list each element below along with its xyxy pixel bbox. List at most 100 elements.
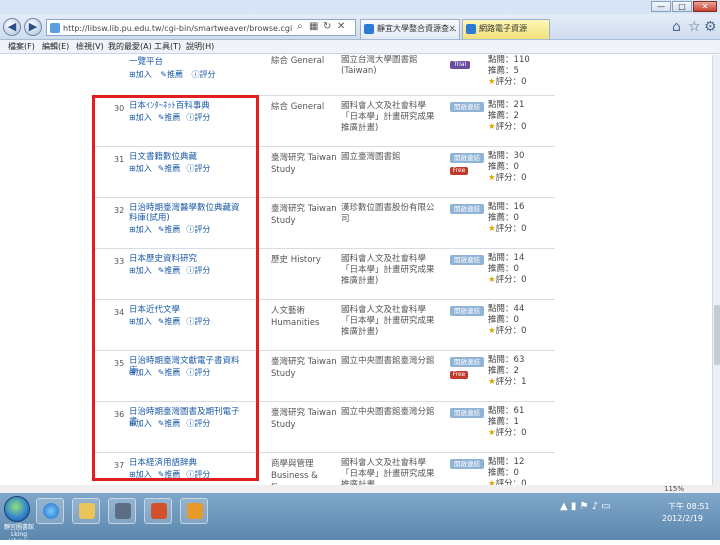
minimize-button[interactable]: — [651,1,671,12]
page-content: 一覽平台 ⊞加入 ✎推薦 ⓘ評分 綜合 General 國立台灣大學圖書館(Ta… [0,55,712,485]
star-icon: ★ [488,377,496,387]
stop-icon[interactable]: ✕ [337,21,345,32]
resource-actions: ⊞加入 ✎推薦 ⓘ評分 [129,69,222,80]
star-icon: ★ [488,428,496,438]
open-link-button[interactable]: 開啟連結 [450,357,484,367]
views-stat: 點閱：21 [488,100,525,110]
resource-stats: 點閱：63 推薦：2 ★評分：1 [488,355,554,388]
star-icon: ★ [488,173,496,183]
highlight-annotation-box [92,95,259,481]
resource-publisher: 國立中央圖書館臺灣分館 [341,407,435,417]
recommend-stat: 推薦：5 [488,66,519,76]
taskbar-ie-icon[interactable] [36,498,64,524]
taskbar-explorer-icon[interactable] [72,498,100,524]
resource-stats: 點閱：21 推薦：2 ★評分：0 [488,100,554,133]
tab-library-search[interactable]: 靜宜大學整合資源查... × [360,19,460,39]
menu-help[interactable]: 說明(H) [186,41,214,52]
tab-close-icon[interactable]: × [448,20,456,38]
close-button[interactable]: ✕ [693,1,717,12]
tab-e-resources[interactable]: 網路電子資源 [462,19,550,39]
favorites-star-icon[interactable]: ☆ [688,19,701,35]
taskbar-media-player-icon[interactable] [180,498,208,524]
rating-stat: ★評分：1 [488,377,527,387]
views-stat: 點閱：30 [488,151,525,161]
resource-publisher: 漢珍數位圖書股份有限公司 [341,203,435,224]
vertical-scrollbar[interactable] [712,55,720,485]
resource-subject: 臺灣研究 Taiwan Study [271,204,337,226]
zoom-level[interactable]: 115% [664,485,684,493]
menu-edit[interactable]: 編輯(E) [42,41,69,52]
resource-title-link[interactable]: 一覽平台 [129,57,247,67]
settings-gear-icon[interactable]: ⚙ [704,19,717,35]
status-bar: 115% [0,485,720,493]
views-stat: 點閱：16 [488,202,525,212]
resource-publisher: 國科會人文及社會科學「日本學」計畫研究成果推廣計畫 [341,458,435,485]
open-link-button[interactable]: 開啟連結 [450,102,484,112]
trial-badge: Trial [450,61,470,69]
recommend-stat: 推薦：0 [488,213,519,223]
menu-favorites[interactable]: 我的最愛(A) [108,41,152,52]
maximize-button[interactable]: □ [672,1,692,12]
open-link-button[interactable]: 開啟連結 [450,153,484,163]
menu-file[interactable]: 檔案(F) [8,41,35,52]
resource-stats: 點閱：44 推薦：0 ★評分：0 [488,304,554,337]
library-logo-caption: 靜宜圖書館 Lking Library [3,524,34,545]
open-link-button[interactable]: 開啟連結 [450,306,484,316]
open-link-button[interactable]: 開啟連結 [450,255,484,265]
resource-subject: 臺灣研究 Taiwan Study [271,153,337,175]
clock-date[interactable]: 2012/2/19 [662,514,703,523]
views-stat: 點閱：63 [488,355,525,365]
resource-subject: 綜合 General [271,102,325,112]
back-button[interactable]: ◀ [3,18,21,36]
refresh-icon[interactable]: ↻ [323,21,331,32]
start-button[interactable] [4,496,30,522]
taskbar-media-center-icon[interactable] [108,498,136,524]
star-icon: ★ [488,224,496,234]
tab-favicon-icon [466,24,476,34]
add-button[interactable]: ⊞加入 [129,70,155,79]
scrollbar-thumb[interactable] [714,305,720,365]
tab-label: 靜宜大學整合資源查... [377,24,457,33]
star-icon: ★ [488,326,496,336]
open-link-button[interactable]: 開啟連結 [450,204,484,214]
resource-subject: 歷史 History [271,255,321,265]
search-icon[interactable]: ⌕ [297,21,303,32]
resource-subject: 商學與管理 Business & Finance [271,459,318,485]
resource-subject: 綜合 General [271,56,325,66]
taskbar: 靜宜圖書館 Lking Library ▲ ▮ ⚑ ♪ ▭ 下午 08:51 2… [0,493,720,545]
compatibility-view-icon[interactable]: ▦ [309,21,318,32]
resource-publisher: 國科會人文及社會科學「日本學」計畫研究成果推廣計畫) [341,305,435,337]
taskbar-powerpoint-icon[interactable] [144,498,172,524]
views-stat: 點閱：61 [488,406,525,416]
url-input[interactable] [63,22,293,34]
rating-stat: ★評分：0 [488,77,527,87]
address-bar[interactable]: ⌕ ▦ ↻ ✕ [46,19,356,36]
home-icon[interactable]: ⌂ [672,19,681,35]
resource-stats: 點閱：110 推薦：5 ★評分：0 [488,55,554,88]
rating-stat: ★評分：0 [488,224,527,234]
system-tray-icons[interactable]: ▲ ▮ ⚑ ♪ ▭ [560,501,611,512]
menu-view[interactable]: 檢視(V) [76,41,104,52]
title-bar: — □ ✕ [0,0,720,14]
recommend-button[interactable]: ✎推薦 [160,70,186,79]
resource-publisher: 國立臺灣圖書館 [341,152,401,162]
open-link-button[interactable]: 開啟連結 [450,459,484,469]
rating-stat: ★評分：0 [488,122,527,132]
menu-tools[interactable]: 工具(T) [154,41,181,52]
menu-bar: 檔案(F) 編輯(E) 檢視(V) 我的最愛(A) 工具(T) 說明(H) [0,40,720,54]
tab-label: 網路電子資源 [479,24,527,33]
star-icon: ★ [488,275,496,285]
forward-button[interactable]: ▶ [24,18,42,36]
open-link-button[interactable]: 開啟連結 [450,408,484,418]
rating-button[interactable]: ⓘ評分 [192,70,219,79]
recommend-stat: 推薦：1 [488,417,519,427]
free-badge: Free [450,371,468,379]
resource-subject: 臺灣研究 Taiwan Study [271,357,337,379]
views-stat: 點閱：44 [488,304,525,314]
clock-time[interactable]: 下午 08:51 [668,501,710,512]
resource-publisher: 國立台灣大學圖書館(Taiwan) [341,55,418,76]
resource-stats: 點閱：16 推薦：0 ★評分：0 [488,202,554,235]
rating-stat: ★評分：0 [488,326,527,336]
views-stat: 點閱：12 [488,457,525,467]
star-icon: ★ [488,122,496,132]
